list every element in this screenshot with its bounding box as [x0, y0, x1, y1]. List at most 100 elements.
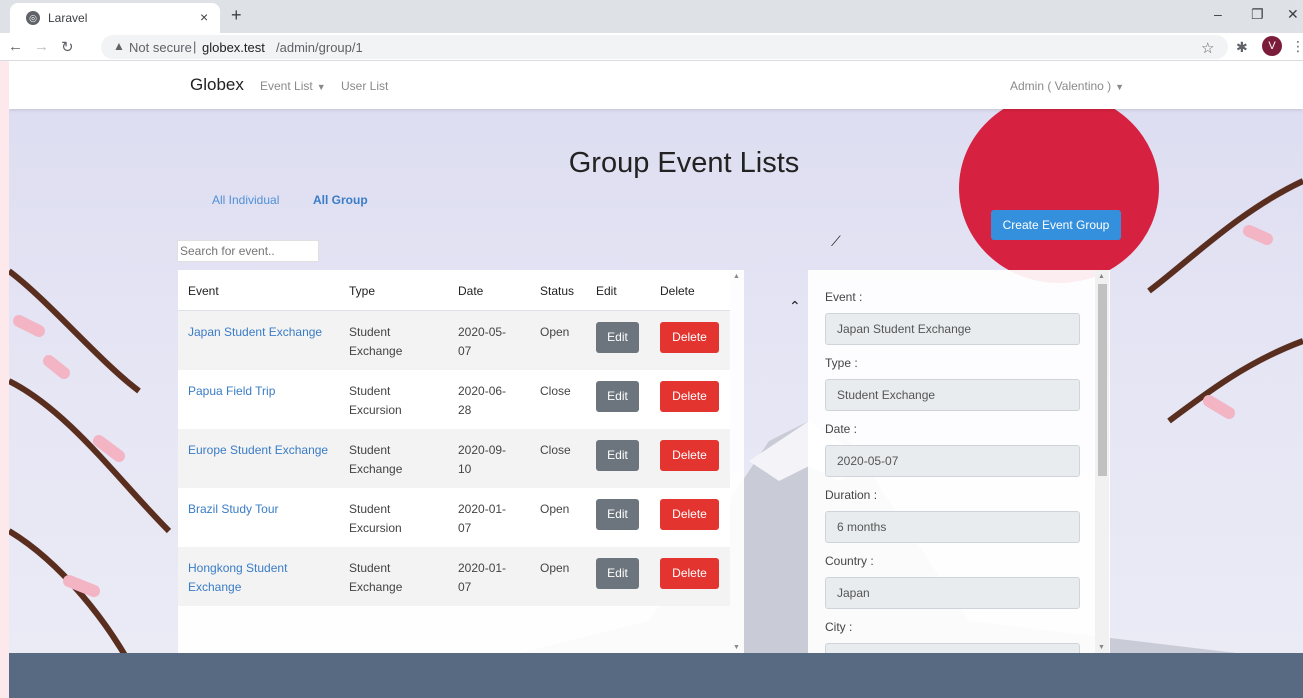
page-body: ⟋ ⌃ Globex Event List ▼ User List Admin (… — [9, 61, 1303, 698]
new-tab-button[interactable]: + — [231, 5, 242, 26]
table-row: Hongkong Student Exchange Student Exchan… — [178, 547, 730, 606]
edit-button[interactable]: Edit — [596, 322, 639, 353]
event-link[interactable]: Japan Student Exchange — [188, 323, 333, 342]
scroll-up-arrow-icon[interactable]: ▲ — [1098, 273, 1105, 280]
url-separator: | — [193, 39, 197, 54]
event-link[interactable]: Papua Field Trip — [188, 382, 333, 401]
event-date: 2020-09-10 — [458, 443, 507, 476]
profile-avatar[interactable]: V — [1262, 36, 1282, 56]
date-field[interactable]: 2020-05-07 — [825, 445, 1080, 477]
warning-icon[interactable]: ▲ — [113, 39, 125, 53]
header-status: Status — [540, 284, 575, 298]
tab-title: Laravel — [48, 11, 88, 25]
field-label-duration: Duration : — [825, 488, 878, 502]
event-date: 2020-05-07 — [458, 325, 507, 358]
nav-event-list[interactable]: Event List ▼ — [260, 79, 326, 93]
edit-button[interactable]: Edit — [596, 440, 639, 471]
edit-button[interactable]: Edit — [596, 381, 639, 412]
tab-close-icon[interactable]: × — [200, 9, 208, 25]
country-field[interactable]: Japan — [825, 577, 1080, 609]
create-event-group-button[interactable]: Create Event Group — [991, 210, 1121, 240]
event-type: Student Exchange — [349, 443, 403, 476]
back-icon[interactable]: ← — [8, 38, 23, 55]
top-navbar: Globex Event List ▼ User List Admin ( Val… — [9, 61, 1303, 109]
table-row: Japan Student Exchange Student Exchange … — [178, 311, 730, 370]
close-window-icon[interactable]: ✕ — [1287, 6, 1299, 23]
event-link[interactable]: Europe Student Exchange — [188, 441, 333, 460]
browser-tab-bar: ◎ Laravel × + – ❐ ✕ — [0, 0, 1303, 33]
field-label-date: Date : — [825, 422, 858, 436]
table-row: Europe Student Exchange Student Exchange… — [178, 429, 730, 488]
url-path: /admin/group/1 — [276, 40, 363, 55]
extensions-puzzle-icon[interactable]: ✱ — [1236, 39, 1248, 56]
field-label-type: Type : — [825, 356, 858, 370]
nav-user-list[interactable]: User List — [341, 79, 388, 93]
scroll-down-arrow-icon[interactable]: ▼ — [733, 644, 740, 651]
tab-all-individual[interactable]: All Individual — [212, 193, 279, 207]
field-label-city: City : — [825, 620, 853, 634]
caret-down-icon: ▼ — [316, 82, 326, 92]
account-menu[interactable]: Admin ( Valentino ) ▼ — [1010, 79, 1124, 93]
edit-button[interactable]: Edit — [596, 499, 639, 530]
nav-event-list-label: Event List — [260, 79, 313, 93]
not-secure-label: Not secure — [129, 40, 192, 55]
scroll-up-arrow-icon[interactable]: ▲ — [733, 273, 740, 280]
bird-decoration: ⟋ — [831, 233, 841, 249]
scroll-down-arrow-icon[interactable]: ▼ — [1098, 644, 1105, 651]
event-detail-form: Event : Japan Student Exchange Type : St… — [808, 270, 1110, 654]
event-status: Close — [540, 443, 571, 457]
account-label: Admin ( Valentino ) — [1010, 79, 1112, 93]
delete-button[interactable]: Delete — [660, 381, 719, 412]
maximize-icon[interactable]: ❐ — [1251, 6, 1264, 23]
delete-button[interactable]: Delete — [660, 440, 719, 471]
event-date: 2020-01-07 — [458, 561, 507, 594]
caret-down-icon: ▼ — [1115, 82, 1125, 92]
event-status: Open — [540, 561, 570, 575]
header-edit: Edit — [596, 284, 617, 298]
header-type: Type — [349, 284, 376, 298]
minimize-icon[interactable]: – — [1214, 6, 1222, 22]
event-table: Event Type Date Status Edit Delete Japan… — [178, 270, 744, 654]
bird-decoration-small: ⌃ — [789, 298, 801, 314]
browser-tab[interactable]: ◎ Laravel × — [10, 3, 220, 33]
brand-logo[interactable]: Globex — [190, 75, 244, 95]
table-row: Brazil Study Tour Student Excursion 2020… — [178, 488, 730, 547]
event-status: Open — [540, 325, 570, 339]
browser-address-bar: ← → ↻ ▲ Not secure | globex.test /admin/… — [0, 33, 1303, 61]
page-edge — [0, 61, 9, 698]
form-scrollbar-thumb[interactable] — [1098, 284, 1107, 476]
type-field[interactable]: Student Exchange — [825, 379, 1080, 411]
url-field[interactable]: ▲ Not secure | globex.test /admin/group/… — [101, 35, 1228, 59]
event-date: 2020-06-28 — [458, 384, 507, 417]
header-delete: Delete — [660, 284, 695, 298]
forward-icon[interactable]: → — [34, 38, 49, 55]
duration-field[interactable]: 6 months — [825, 511, 1080, 543]
delete-button[interactable]: Delete — [660, 499, 719, 530]
globe-icon: ◎ — [26, 11, 40, 25]
menu-kebab-icon[interactable]: ⋮ — [1291, 38, 1303, 55]
event-type: Student Exchange — [349, 561, 403, 594]
table-header: Event Type Date Status Edit Delete — [178, 270, 730, 311]
event-link[interactable]: Brazil Study Tour — [188, 500, 333, 519]
url-host: globex.test — [202, 40, 265, 55]
event-status: Open — [540, 502, 570, 516]
event-status: Close — [540, 384, 571, 398]
search-input[interactable] — [177, 240, 319, 262]
reload-icon[interactable]: ↻ — [61, 38, 74, 56]
event-field[interactable]: Japan Student Exchange — [825, 313, 1080, 345]
delete-button[interactable]: Delete — [660, 322, 719, 353]
edit-button[interactable]: Edit — [596, 558, 639, 589]
field-label-country: Country : — [825, 554, 874, 568]
tab-all-group[interactable]: All Group — [313, 193, 368, 207]
header-date: Date — [458, 284, 484, 298]
field-label-event: Event : — [825, 290, 863, 304]
event-type: Student Excursion — [349, 384, 402, 417]
page-title: Group Event Lists — [568, 147, 800, 179]
event-link[interactable]: Hongkong Student Exchange — [188, 559, 333, 597]
header-event: Event — [188, 284, 219, 298]
event-type: Student Exchange — [349, 325, 403, 358]
bookmark-star-icon[interactable]: ☆ — [1201, 39, 1214, 57]
delete-button[interactable]: Delete — [660, 558, 719, 589]
footer-band — [9, 653, 1303, 698]
event-date: 2020-01-07 — [458, 502, 507, 535]
